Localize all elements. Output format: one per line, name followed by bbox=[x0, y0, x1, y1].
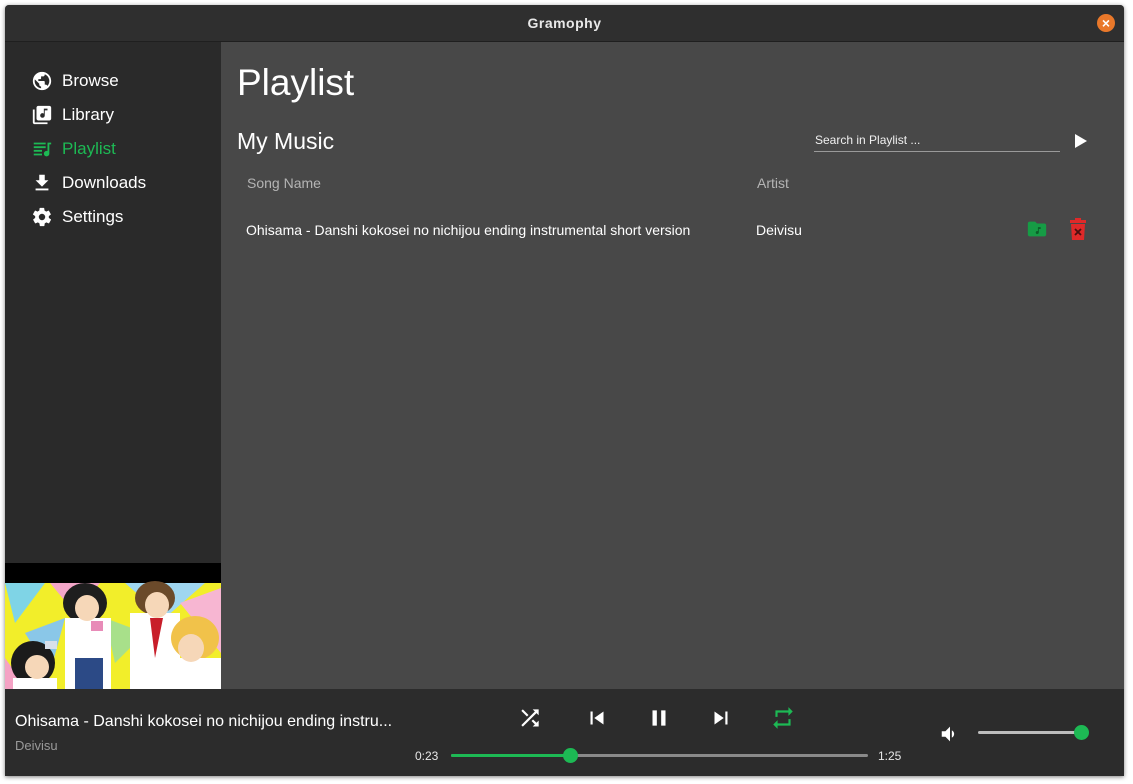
sidebar-item-downloads[interactable]: Downloads bbox=[31, 171, 211, 195]
sidebar-item-label: Downloads bbox=[62, 173, 147, 192]
library-music-icon bbox=[32, 105, 52, 125]
sidebar-item-browse[interactable]: Browse bbox=[31, 69, 211, 93]
pause-button[interactable] bbox=[645, 705, 673, 731]
globe-icon bbox=[32, 71, 52, 91]
total-duration: 1:25 bbox=[878, 749, 902, 763]
sidebar-item-library[interactable]: Library bbox=[31, 103, 211, 127]
folder-music-icon[interactable] bbox=[1026, 218, 1048, 240]
volume-slider-handle[interactable] bbox=[1074, 725, 1089, 740]
delete-icon[interactable] bbox=[1068, 218, 1088, 240]
seek-bar-fill bbox=[451, 754, 570, 757]
page-title: Playlist bbox=[237, 62, 355, 103]
volume-slider[interactable] bbox=[978, 725, 1089, 740]
now-playing-artist: Deivisu bbox=[15, 738, 58, 753]
now-playing-title: Ohisama - Danshi kokosei no nichijou end… bbox=[15, 713, 393, 730]
player-bar: Ohisama - Danshi kokosei no nichijou end… bbox=[5, 689, 1124, 776]
repeat-button[interactable] bbox=[769, 705, 797, 731]
window-title: Gramophy bbox=[527, 15, 602, 31]
volume-icon[interactable] bbox=[939, 723, 961, 745]
close-window-button[interactable]: × bbox=[1097, 14, 1115, 32]
sidebar-item-label: Browse bbox=[62, 71, 119, 90]
sidebar-item-label: Library bbox=[62, 105, 114, 124]
shuffle-icon bbox=[521, 709, 539, 727]
seek-bar[interactable] bbox=[451, 748, 868, 763]
playlist-name: My Music bbox=[237, 128, 335, 154]
download-icon bbox=[35, 174, 49, 191]
search-input[interactable] bbox=[814, 129, 1060, 152]
elapsed-time: 0:23 bbox=[415, 749, 439, 763]
previous-button[interactable] bbox=[583, 705, 611, 731]
artist-cell: Deivisu bbox=[756, 222, 802, 238]
sidebar-item-label: Settings bbox=[62, 207, 124, 226]
play-all-icon[interactable] bbox=[1073, 132, 1089, 150]
column-header-song[interactable]: Song Name bbox=[247, 175, 321, 191]
skip-previous-icon bbox=[590, 711, 604, 725]
column-header-artist[interactable]: Artist bbox=[757, 175, 789, 191]
gear-icon bbox=[32, 207, 52, 227]
sidebar: Browse Library Playlist Downloads Settin… bbox=[5, 42, 221, 726]
pause-icon bbox=[652, 710, 666, 726]
song-name-cell: Ohisama - Danshi kokosei no nichijou end… bbox=[246, 222, 691, 238]
main-content: Playlist My Music Song Name Artist Ohisa… bbox=[221, 42, 1124, 689]
repeat-icon bbox=[773, 707, 793, 729]
seek-bar-handle[interactable] bbox=[562, 748, 578, 763]
sidebar-item-playlist[interactable]: Playlist bbox=[31, 137, 211, 161]
sidebar-item-settings[interactable]: Settings bbox=[31, 205, 211, 229]
next-button[interactable] bbox=[707, 705, 735, 731]
app-window: Gramophy × Browse Library Playlist Downl… bbox=[5, 5, 1124, 776]
skip-next-icon bbox=[714, 711, 728, 725]
shuffle-button[interactable] bbox=[516, 705, 544, 731]
sidebar-item-label: Playlist bbox=[62, 139, 116, 158]
playlist-icon bbox=[33, 142, 52, 157]
title-bar: Gramophy × bbox=[5, 5, 1124, 42]
